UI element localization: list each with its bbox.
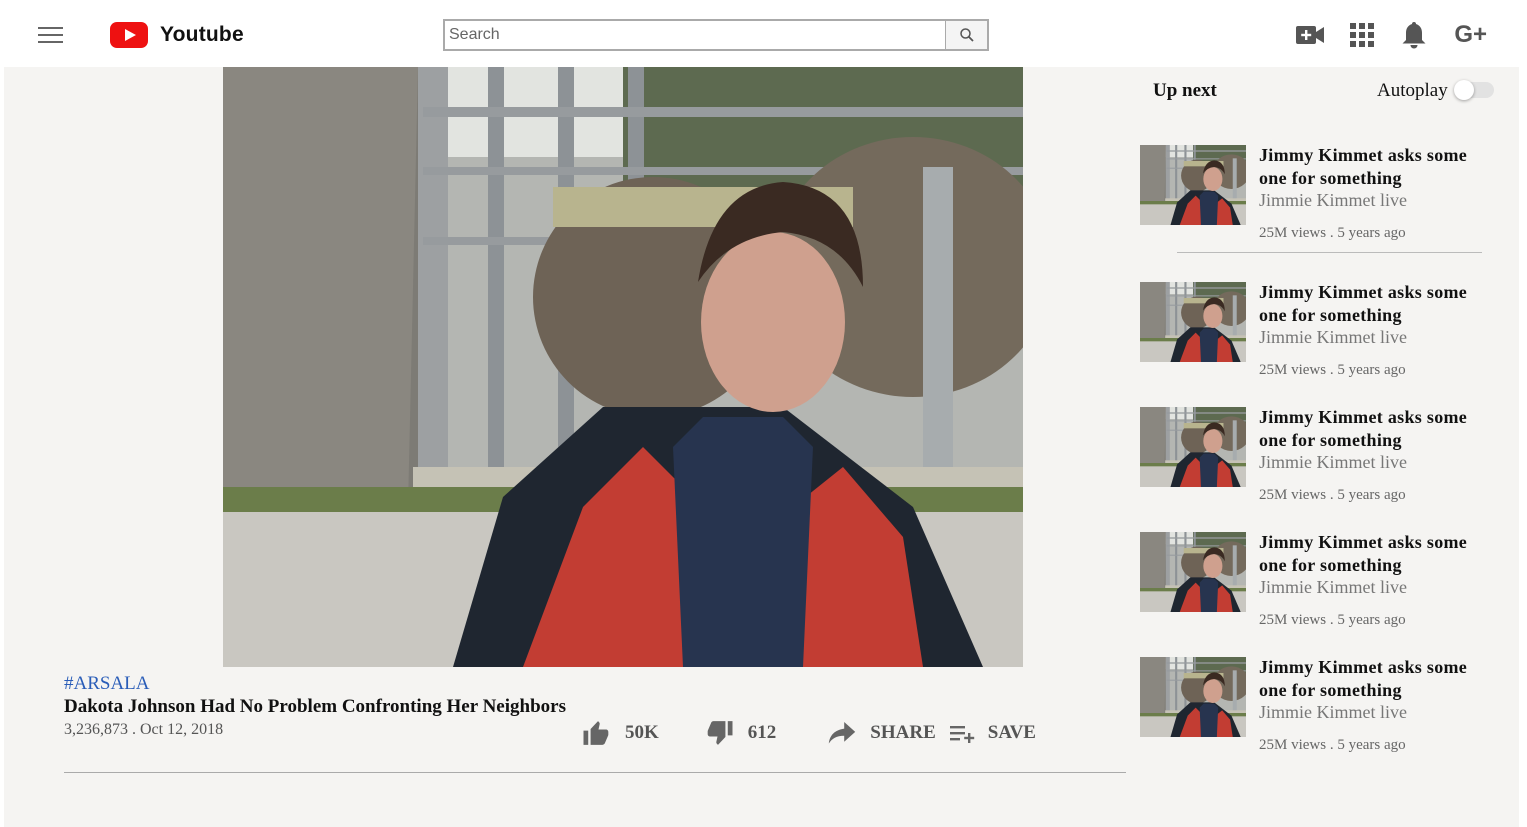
recommended-video-title[interactable]: Jimmy Kimmet asks some one for something [1259, 144, 1499, 190]
video-frame-image [223, 67, 1023, 667]
autoplay-label: Autoplay [1377, 80, 1448, 101]
autoplay-toggle[interactable] [1454, 80, 1494, 100]
recommended-video-title[interactable]: Jimmy Kimmet asks some one for something [1259, 656, 1499, 702]
video-thumbnail[interactable] [1140, 407, 1246, 487]
video-hashtag-link[interactable]: #ARSALA [64, 673, 150, 695]
upload-video-button[interactable] [1295, 20, 1325, 50]
like-count: 50K [625, 722, 659, 743]
apps-grid-icon [1350, 23, 1375, 47]
thumbs-up-icon [583, 721, 609, 745]
save-button[interactable]: SAVE [949, 722, 1036, 744]
up-next-heading: Up next [1153, 80, 1217, 101]
video-thumbnail[interactable] [1140, 532, 1246, 612]
menu-icon[interactable] [38, 27, 63, 44]
save-label: SAVE [987, 722, 1036, 743]
search-bar [443, 19, 989, 51]
video-thumbnail[interactable] [1140, 145, 1246, 225]
youtube-logo-icon [110, 22, 148, 48]
recommended-video-channel: Jimmie Kimmet live [1259, 577, 1407, 597]
recommended-video-meta: 25M views . 5 years ago [1259, 362, 1406, 378]
video-thumbnail[interactable] [1140, 657, 1246, 737]
search-input[interactable] [443, 19, 946, 51]
recommended-video-channel: Jimmie Kimmet live [1259, 452, 1407, 472]
video-thumbnail[interactable] [1140, 282, 1246, 362]
share-label: SHARE [870, 722, 936, 743]
notifications-button[interactable] [1399, 20, 1429, 50]
toggle-knob [1454, 80, 1474, 100]
recommended-video-meta: 25M views . 5 years ago [1259, 487, 1406, 503]
apps-button[interactable] [1347, 20, 1377, 50]
thumbs-down-icon [707, 721, 733, 745]
playlist-add-icon [949, 726, 974, 743]
recommended-video-channel: Jimmie Kimmet live [1259, 702, 1407, 722]
share-button[interactable]: SHARE [828, 722, 936, 744]
video-views-date: 3,236,873 . Oct 12, 2018 [64, 721, 224, 738]
video-title: Dakota Johnson Had No Problem Confrontin… [64, 696, 566, 717]
recommended-video-channel: Jimmie Kimmet live [1259, 327, 1407, 347]
recommended-video-title[interactable]: Jimmy Kimmet asks some one for something [1259, 531, 1499, 577]
sidebar-divider [1177, 252, 1482, 253]
share-arrow-icon [829, 722, 856, 744]
notification-bell-icon [1402, 22, 1426, 49]
search-icon [959, 28, 974, 42]
dislike-button[interactable]: 612 [705, 720, 777, 746]
google-plus-icon[interactable]: G+ [1454, 21, 1487, 49]
content-divider [64, 772, 1126, 773]
recommended-video-channel: Jimmie Kimmet live [1259, 190, 1407, 210]
main-content: #ARSALA Dakota Johnson Had No Problem Co… [4, 67, 1519, 827]
recommended-video-meta: 25M views . 5 years ago [1259, 612, 1406, 628]
recommended-video-meta: 25M views . 5 years ago [1259, 225, 1406, 241]
search-button[interactable] [946, 19, 989, 51]
youtube-logo[interactable]: Youtube [110, 22, 244, 48]
dislike-count: 612 [747, 722, 777, 743]
like-button[interactable]: 50K [582, 720, 659, 746]
video-actions: 50K 612 SHARE SAVE [582, 715, 1036, 751]
video-camera-add-icon [1296, 26, 1325, 44]
top-header: Youtube G+ [0, 0, 1527, 67]
recommended-video-title[interactable]: Jimmy Kimmet asks some one for something [1259, 281, 1499, 327]
app-title: Youtube [160, 23, 244, 46]
recommended-video-meta: 25M views . 5 years ago [1259, 737, 1406, 753]
header-actions: G+ [1273, 20, 1487, 50]
recommended-video-title[interactable]: Jimmy Kimmet asks some one for something [1259, 406, 1499, 452]
video-player[interactable] [223, 67, 1023, 667]
